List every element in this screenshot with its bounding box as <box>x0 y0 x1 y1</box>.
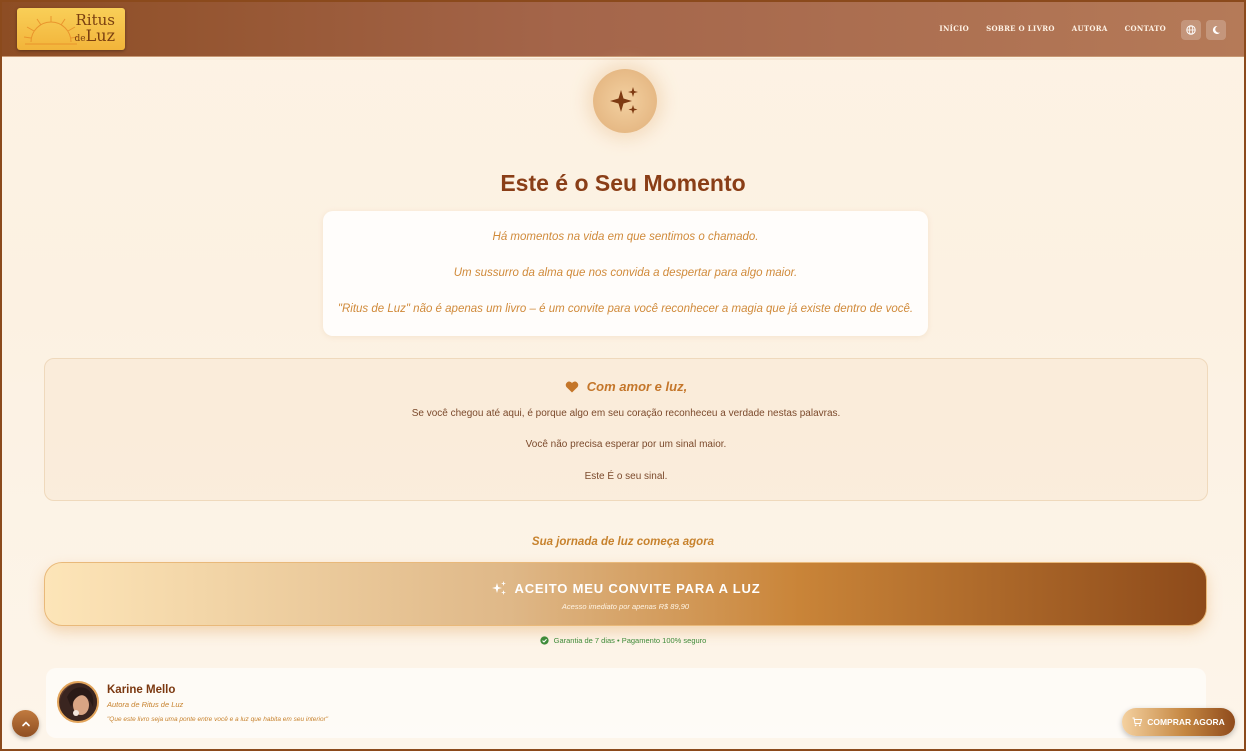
sun-logo-icon <box>23 16 79 45</box>
author-card: Karine Mello Autora de Ritus de Luz "Que… <box>46 668 1206 738</box>
sparkles-icon <box>610 87 638 114</box>
author-role: Autora de Ritus de Luz <box>107 700 184 709</box>
author-avatar <box>57 681 99 723</box>
intro-quote-line-2: Um sussurro da alma que nos convida a de… <box>453 267 798 279</box>
nav-link-inicio[interactable]: INÍCIO <box>939 24 969 33</box>
journey-heading: Sua jornada de luz começa agora <box>531 536 715 548</box>
love-line-1: Se você chegou até aqui, é porque algo e… <box>411 408 841 419</box>
scroll-top-button[interactable] <box>12 710 39 737</box>
nav-link-contato[interactable]: CONTATO <box>1125 24 1166 33</box>
globe-icon <box>1186 25 1196 35</box>
heart-icon <box>565 381 579 392</box>
chevron-up-icon <box>21 720 30 726</box>
cart-icon <box>1132 717 1143 727</box>
love-title-text: Com amor e luz, <box>586 379 688 394</box>
page-title: Este é o Seu Momento <box>500 170 746 196</box>
intro-quote-box: Há momentos na vida em que sentimos o ch… <box>323 211 928 336</box>
header-divider <box>32 58 1214 60</box>
logo-luz: Luz <box>85 26 115 45</box>
sparkles-badge <box>593 69 657 133</box>
logo-de: de <box>74 34 86 44</box>
intro-quote-line-1: Há momentos na vida em que sentimos o ch… <box>492 231 759 243</box>
love-title: Com amor e luz, <box>45 379 1207 394</box>
buy-now-floating-button[interactable]: COMPRAR AGORA <box>1122 708 1235 736</box>
cta-price-note: Acesso imediato por apenas R$ 89,90 <box>561 602 690 611</box>
language-button[interactable] <box>1181 20 1201 40</box>
buy-now-label: COMPRAR AGORA <box>1147 717 1225 727</box>
guarantee-note: Garantia de 7 dias • Pagamento 100% segu… <box>2 636 1244 645</box>
author-photo <box>60 683 97 721</box>
shield-check-icon <box>539 636 549 645</box>
sparkles-icon <box>491 581 506 595</box>
main-nav: INÍCIO SOBRE O LIVRO AUTORA CONTATO <box>939 24 1166 33</box>
guarantee-text: Garantia de 7 dias • Pagamento 100% segu… <box>553 636 707 645</box>
love-line-2: Você não precisa esperar por um sinal ma… <box>525 439 727 450</box>
cta-main: ACEITO MEU CONVITE PARA A LUZ <box>45 580 1206 596</box>
intro-quote-line-3: "Ritus de Luz" não é apenas um livro – é… <box>337 303 914 315</box>
logo-text: Ritus deLuz <box>75 13 115 47</box>
nav-link-sobre-o-livro[interactable]: SOBRE O LIVRO <box>986 24 1055 33</box>
love-line-3: Este É o seu sinal. <box>584 471 668 482</box>
logo[interactable]: Ritus deLuz <box>17 8 125 50</box>
header: Ritus deLuz INÍCIO SOBRE O LIVRO AUTORA … <box>2 2 1244 57</box>
page: Ritus deLuz INÍCIO SOBRE O LIVRO AUTORA … <box>0 0 1246 751</box>
nav-link-autora[interactable]: AUTORA <box>1072 24 1108 33</box>
moon-icon <box>1212 25 1220 34</box>
theme-toggle-button[interactable] <box>1206 20 1226 40</box>
logo-line2: deLuz <box>75 28 115 47</box>
accept-invitation-button[interactable]: ACEITO MEU CONVITE PARA A LUZ Acesso ime… <box>44 562 1207 626</box>
author-quote: "Que este livro seja uma ponte entre voc… <box>107 716 329 723</box>
cta-label: ACEITO MEU CONVITE PARA A LUZ <box>514 580 761 596</box>
author-name: Karine Mello <box>107 684 176 696</box>
love-message-box: Com amor e luz, Se você chegou até aqui,… <box>44 358 1208 501</box>
